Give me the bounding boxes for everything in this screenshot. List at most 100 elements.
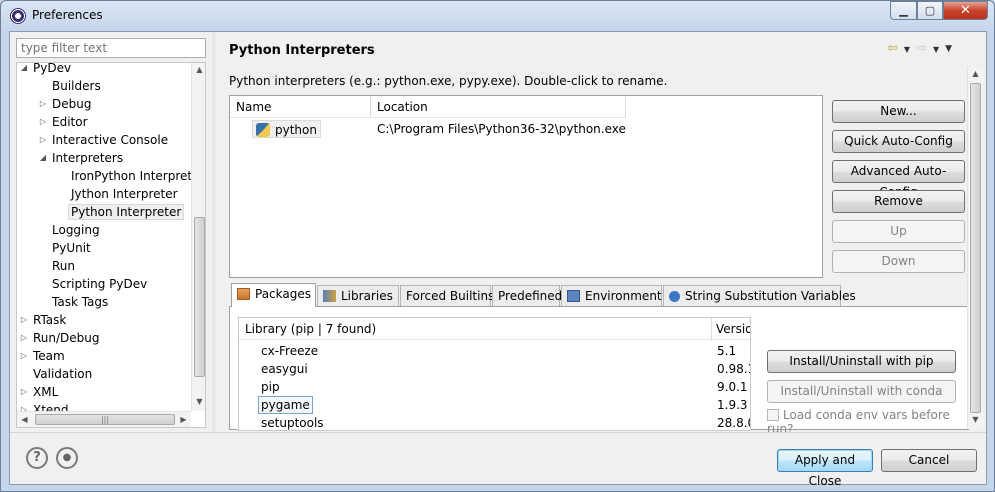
scroll-down-arrow-icon[interactable]: ▼	[192, 397, 205, 406]
tree-item[interactable]: Task Tags	[52, 293, 108, 311]
cancel-button[interactable]: Cancel	[881, 449, 977, 472]
tree-item-label: Run	[52, 259, 76, 273]
package-name[interactable]: pygame	[258, 396, 313, 414]
column-header-location[interactable]: Location	[371, 96, 626, 118]
tree-item[interactable]: Builders	[52, 77, 101, 95]
expanded-arrow-icon[interactable]: ◢	[20, 63, 28, 77]
apply-and-close-button[interactable]: Apply and Close	[777, 449, 873, 488]
collapsed-arrow-icon[interactable]: ▷	[39, 131, 47, 149]
tree-item-label: Debug	[52, 97, 92, 111]
eclipse-icon	[10, 8, 26, 24]
tree-item[interactable]: ◢ PyDev	[21, 63, 71, 77]
remove-button[interactable]: Remove	[832, 190, 965, 213]
tab-string-substitution[interactable]: String Substitution Variables	[663, 285, 856, 306]
tree-hscroll-thumb[interactable]: |||	[35, 414, 175, 425]
tab-forced-builtins[interactable]: Forced Builtins	[400, 285, 494, 306]
package-version: 9.0.1	[717, 380, 748, 394]
tree-item-label: XML	[33, 385, 59, 399]
up-button[interactable]: Up	[832, 220, 965, 243]
tree-item[interactable]: Python Interpreter	[68, 203, 185, 221]
tree-item[interactable]: ▷ RTask	[21, 311, 66, 329]
close-icon: ✕	[960, 3, 971, 18]
package-version: 28.8.0	[717, 416, 750, 430]
package-name[interactable]: cx-Freeze	[261, 342, 318, 360]
tab-packages[interactable]: Packages	[231, 283, 316, 307]
tree-item[interactable]: IronPython Interpreter	[71, 167, 204, 185]
package-name[interactable]: pip	[261, 378, 280, 396]
packages-table[interactable]: Library (pip | 7 found) Version cx-Freez…	[238, 317, 751, 431]
tree-item[interactable]: PyUnit	[52, 239, 91, 257]
preferences-tree[interactable]: ◢ PyDev Builders ▷ Debug ▷ Editor ▷ Interactive …	[16, 62, 206, 428]
tree-item[interactable]: ▷ Debug	[40, 95, 92, 113]
tree-item[interactable]: Scripting PyDev	[52, 275, 147, 293]
interpreters-table[interactable]: Name Location python C:\Program Files\Py…	[229, 95, 823, 278]
tree-item[interactable]: ▷ Run/Debug	[21, 329, 100, 347]
interpreter-row-location[interactable]: C:\Program Files\Python36-32\python.exe	[377, 120, 626, 138]
tree-item[interactable]: Jython Interpreter	[71, 185, 178, 203]
new-button[interactable]: New...	[832, 100, 965, 123]
collapsed-arrow-icon[interactable]: ▷	[39, 95, 47, 113]
tree-item[interactable]: ▷ XML	[21, 383, 59, 401]
package-name[interactable]: setuptools	[261, 414, 324, 430]
interpreter-row-name[interactable]: python	[252, 120, 321, 138]
back-dropdown-icon[interactable]: ▼	[904, 45, 910, 56]
title-bar[interactable]: Preferences ▁ ▢ ✕	[1, 1, 994, 31]
page-scroll-down-icon[interactable]: ▼	[968, 415, 983, 424]
maximize-icon: ▢	[924, 4, 936, 17]
tree-item[interactable]: ▷ Editor	[40, 113, 88, 131]
tree-horizontal-scrollbar[interactable]: ◀ ||| ▶	[17, 411, 191, 427]
tree-item-label: Editor	[52, 115, 88, 129]
close-button[interactable]: ✕	[943, 1, 988, 20]
expanded-arrow-icon[interactable]: ◢	[39, 149, 47, 167]
tab-environment[interactable]: Environment	[561, 285, 662, 306]
packages-pane: Library (pip | 7 found) Version cx-Freez…	[229, 306, 969, 436]
collapsed-arrow-icon[interactable]: ▷	[20, 311, 28, 329]
collapsed-arrow-icon[interactable]: ▷	[20, 347, 28, 365]
column-header-library[interactable]: Library (pip | 7 found)	[239, 318, 712, 340]
install-conda-button[interactable]: Install/Uninstall with conda	[767, 380, 956, 403]
tree-item[interactable]: ▷ Interactive Console	[40, 131, 169, 149]
tree-item-label: Interactive Console	[52, 133, 169, 147]
import-export-icon[interactable]: ●	[56, 447, 78, 469]
down-button[interactable]: Down	[832, 250, 965, 273]
forward-arrow-icon[interactable]: ⇨	[916, 41, 927, 56]
column-header-version[interactable]: Version	[712, 318, 750, 340]
tree-scroll-thumb[interactable]	[194, 217, 205, 377]
tree-item[interactable]: ◢ Interpreters	[40, 149, 123, 167]
page-scroll-thumb[interactable]	[970, 83, 981, 413]
install-pip-button[interactable]: Install/Uninstall with pip	[767, 350, 956, 373]
tree-vertical-scrollbar[interactable]: ▲ ▼	[191, 63, 205, 411]
tree-item-label: Run/Debug	[33, 331, 100, 345]
collapsed-arrow-icon[interactable]: ▷	[20, 383, 28, 401]
minimize-button[interactable]: ▁	[890, 1, 917, 20]
back-arrow-icon[interactable]: ⇦	[887, 41, 898, 56]
tree-item[interactable]: Validation	[33, 365, 92, 383]
window-title: Preferences	[32, 8, 103, 22]
dialog-footer: ? ● Apply and Close Cancel	[10, 432, 986, 488]
scroll-up-arrow-icon[interactable]: ▲	[192, 65, 205, 74]
filter-input[interactable]	[16, 38, 206, 58]
splitter-sash[interactable]	[212, 32, 216, 432]
collapsed-arrow-icon[interactable]: ▷	[39, 113, 47, 131]
maximize-button[interactable]: ▢	[917, 1, 943, 20]
quick-auto-config-button[interactable]: Quick Auto-Config	[832, 130, 965, 153]
column-header-name[interactable]: Name	[230, 96, 371, 118]
scroll-right-arrow-icon[interactable]: ▶	[176, 415, 191, 424]
forward-dropdown-icon[interactable]: ▼	[933, 45, 939, 56]
tab-predefined[interactable]: Predefined	[492, 285, 562, 306]
collapsed-arrow-icon[interactable]: ▷	[20, 329, 28, 347]
page-vertical-scrollbar[interactable]: ▲ ▼	[967, 67, 983, 429]
tree-item[interactable]: Run	[52, 257, 75, 275]
tree-item-label: Task Tags	[52, 295, 109, 309]
advanced-auto-config-button[interactable]: Advanced Auto-Config	[832, 160, 965, 199]
help-icon[interactable]: ?	[26, 447, 48, 469]
tree-item[interactable]: Logging	[52, 221, 100, 239]
view-menu-icon[interactable]: ▼	[945, 44, 952, 56]
package-name[interactable]: easygui	[261, 360, 308, 378]
scroll-left-arrow-icon[interactable]: ◀	[17, 415, 32, 424]
tab-libraries[interactable]: Libraries	[317, 285, 399, 306]
tree-item[interactable]: ▷ Team	[21, 347, 65, 365]
page-scroll-up-icon[interactable]: ▲	[968, 69, 983, 78]
tree-item-label: PyUnit	[52, 241, 91, 255]
tree-item-label: Logging	[52, 223, 100, 237]
